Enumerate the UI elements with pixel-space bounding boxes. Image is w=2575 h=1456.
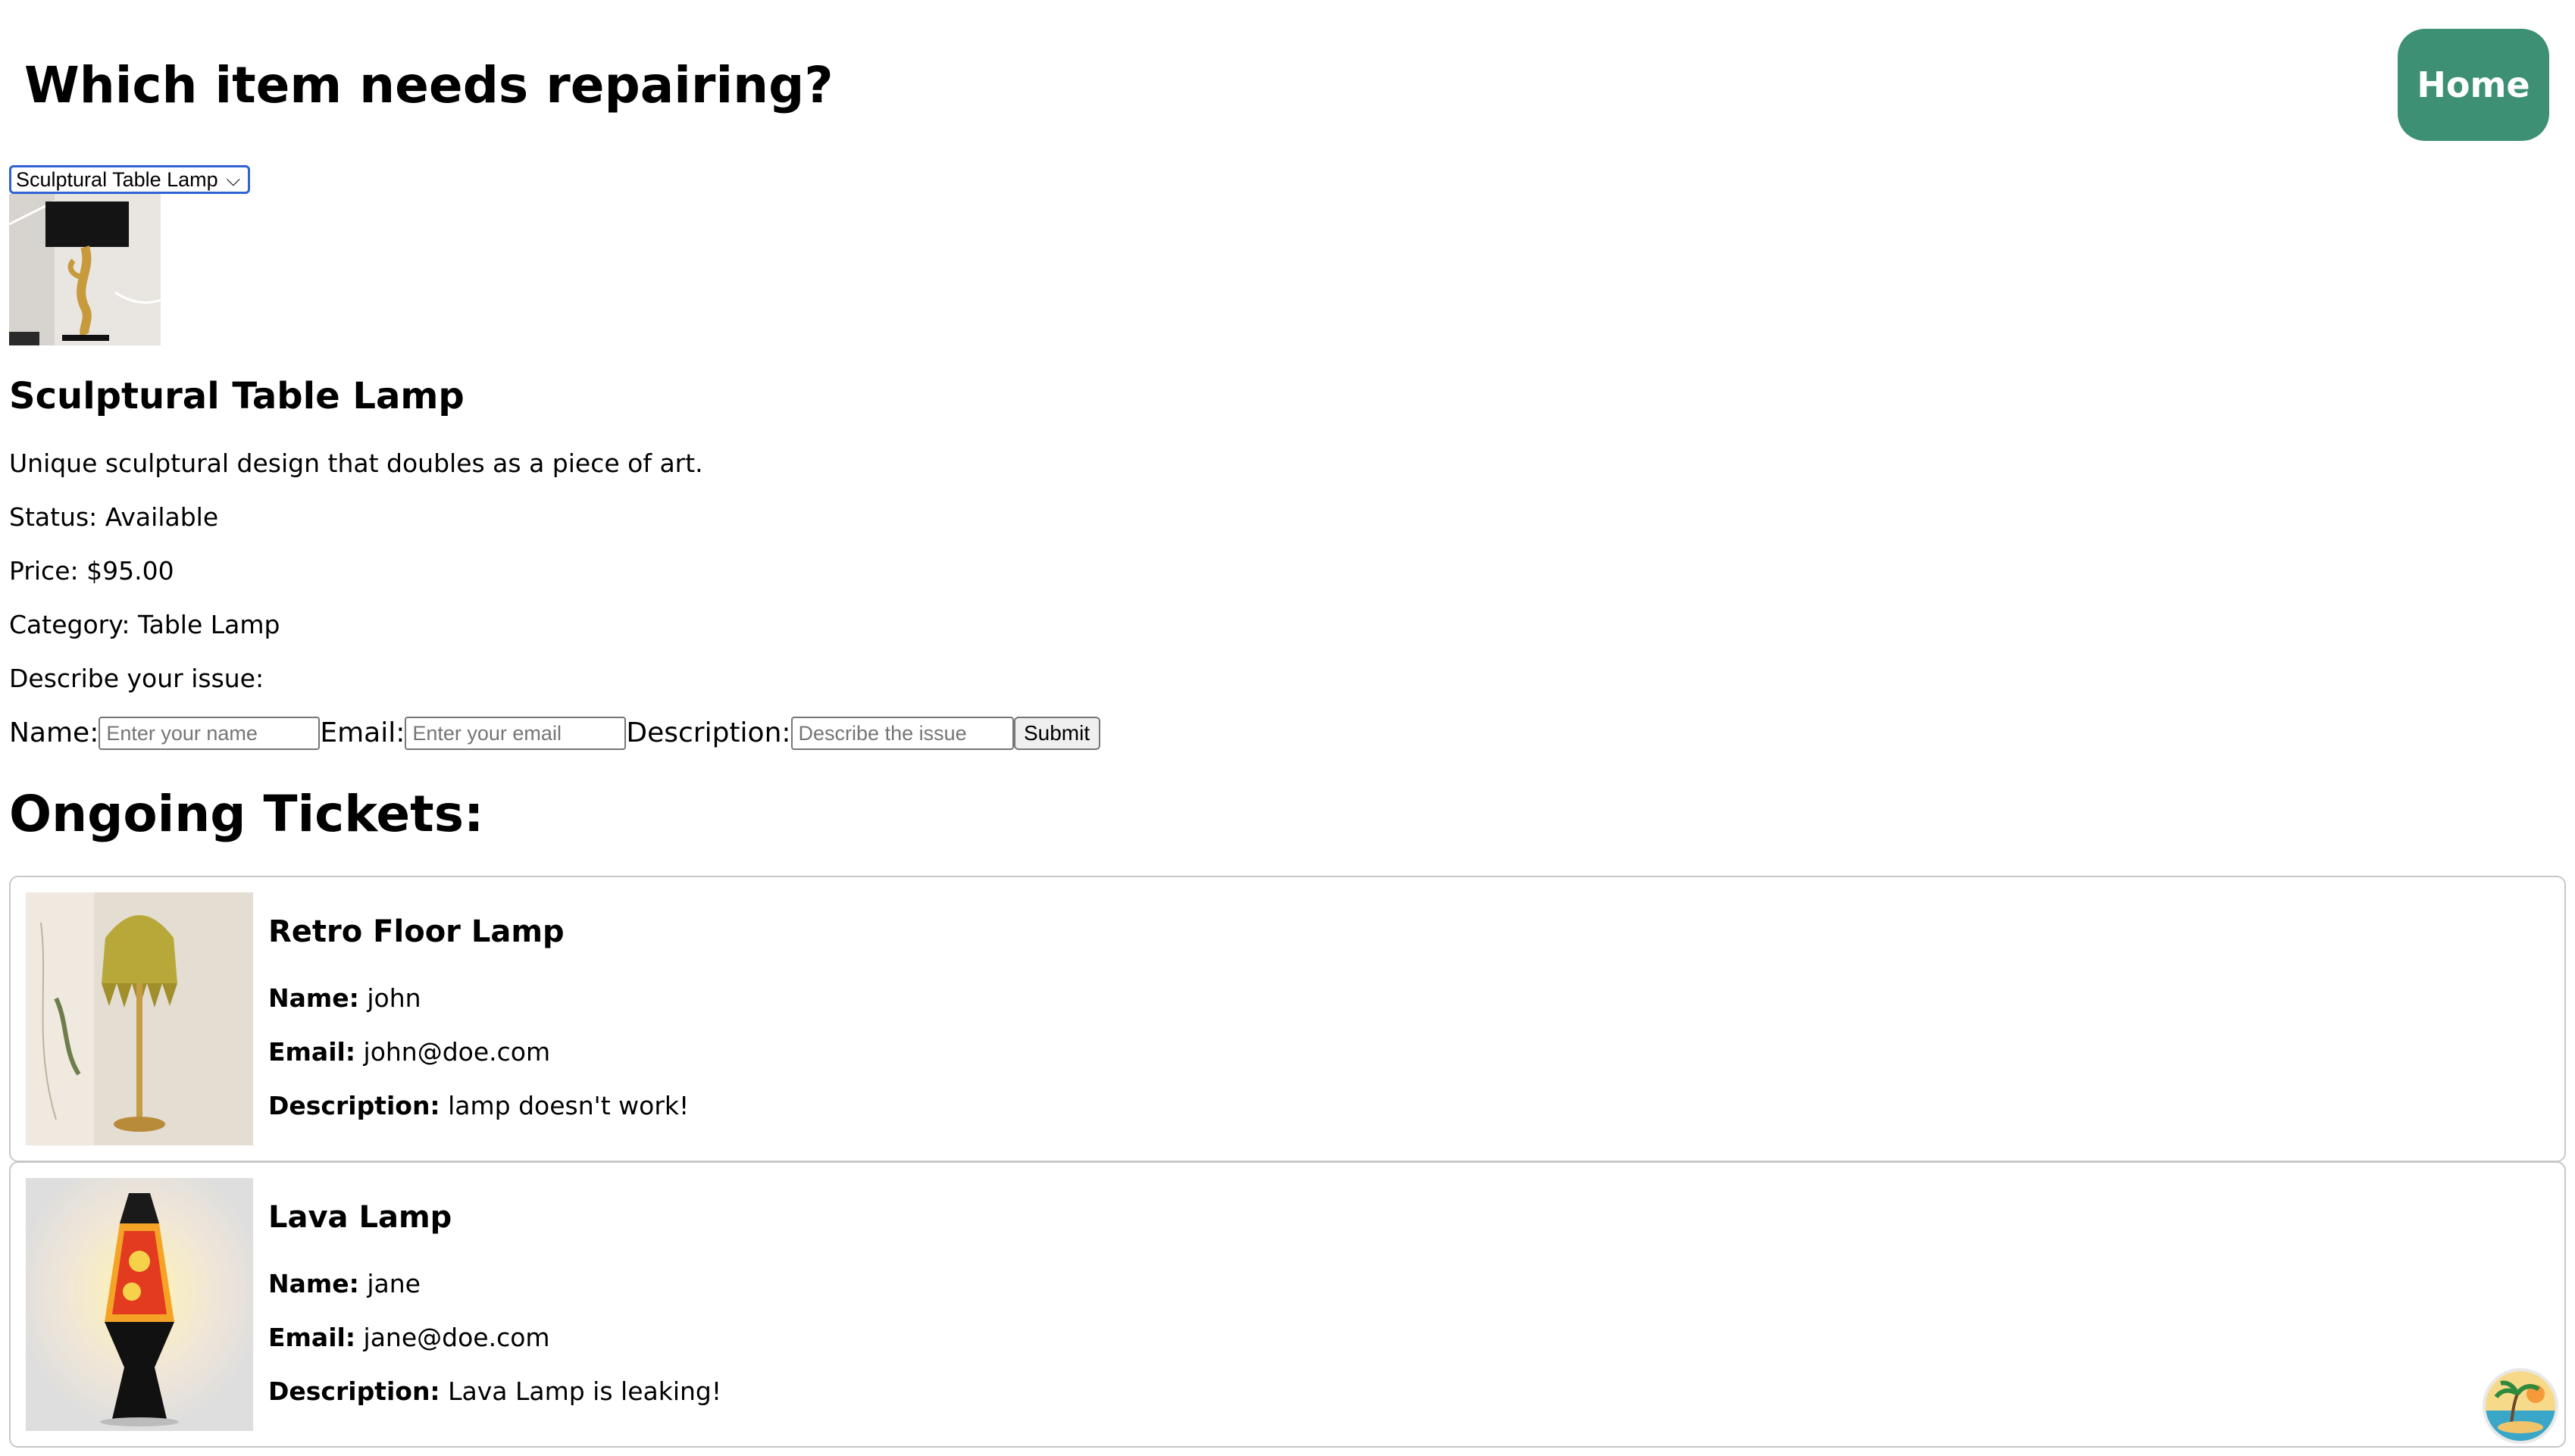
ticket-card: Retro Floor Lamp Name: john Email: john@… (9, 876, 2566, 1162)
ticket-title: Retro Floor Lamp (268, 914, 565, 949)
ticket-name-key: Name: (268, 1269, 359, 1298)
chevron-down-icon: ⌵ (226, 170, 240, 190)
ticket-image (26, 1178, 253, 1431)
ticket-description-value: Lava Lamp is leaking! (448, 1376, 722, 1406)
item-status: Status: Available (9, 502, 219, 532)
ticket-name-key: Name: (268, 983, 359, 1013)
email-input[interactable]: Enter your email (405, 717, 627, 750)
ticket-email-key: Email: (268, 1323, 356, 1352)
selected-item-image (9, 194, 161, 345)
item-name: Sculptural Table Lamp (9, 375, 465, 417)
email-placeholder: Enter your email (412, 721, 562, 745)
issue-prompt: Describe your issue: (9, 664, 264, 693)
item-description: Unique sculptural design that doubles as… (9, 448, 703, 478)
ticket-email: Email: john@doe.com (268, 1036, 550, 1069)
ticket-name-value: jane (367, 1269, 421, 1298)
item-select[interactable]: Sculptural Table Lamp ⌵ (9, 165, 250, 194)
email-label: Email: (320, 717, 405, 748)
ticket-description: Description: Lava Lamp is leaking! (268, 1375, 721, 1408)
ticket-description-value: lamp doesn't work! (448, 1091, 690, 1120)
ticket-email-value: john@doe.com (363, 1037, 551, 1067)
avatar[interactable] (2483, 1368, 2558, 1444)
item-price: Price: $95.00 (9, 556, 174, 586)
ticket-name: Name: john (268, 982, 421, 1015)
page-title: Which item needs repairing? (24, 56, 834, 114)
ticket-title: Lava Lamp (268, 1200, 452, 1235)
description-label: Description: (626, 717, 791, 748)
description-placeholder: Describe the issue (798, 721, 967, 745)
name-label: Name: (9, 717, 99, 748)
tickets-heading: Ongoing Tickets: (9, 785, 484, 843)
ticket-email: Email: jane@doe.com (268, 1321, 550, 1354)
item-category: Category: Table Lamp (9, 610, 280, 639)
item-select-value: Sculptural Table Lamp (16, 167, 218, 191)
description-input[interactable]: Describe the issue (790, 717, 1014, 750)
ticket-card: Lava Lamp Name: jane Email: jane@doe.com… (9, 1161, 2566, 1448)
name-placeholder: Enter your name (106, 721, 258, 745)
ticket-email-key: Email: (268, 1037, 356, 1067)
ticket-description-key: Description: (268, 1376, 440, 1406)
repair-form: Name: Enter your name Email: Enter your … (9, 715, 1100, 751)
ticket-name: Name: jane (268, 1267, 421, 1301)
ticket-description: Description: lamp doesn't work! (268, 1089, 689, 1123)
ticket-description-key: Description: (268, 1091, 440, 1120)
ticket-email-value: jane@doe.com (363, 1323, 550, 1352)
name-input[interactable]: Enter your name (99, 717, 321, 750)
submit-button[interactable]: Submit (1013, 717, 1100, 750)
ticket-image (26, 892, 253, 1145)
ticket-name-value: john (367, 983, 421, 1013)
home-button[interactable]: Home (2398, 29, 2549, 141)
